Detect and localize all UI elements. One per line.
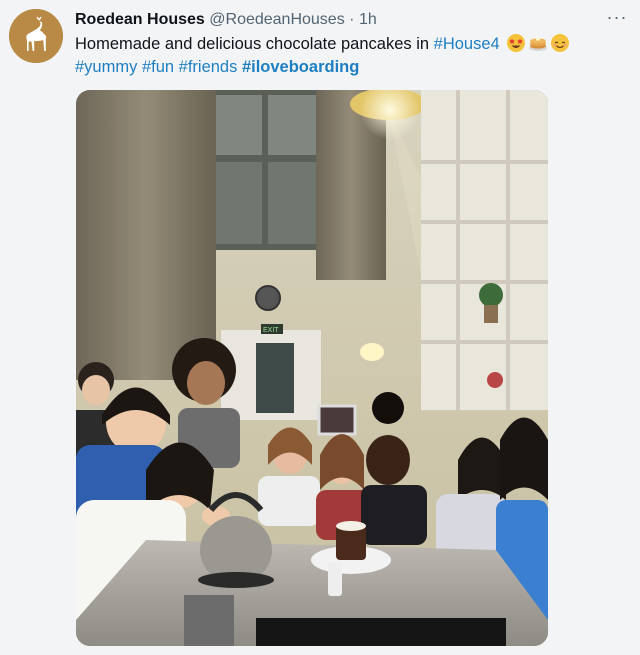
group-photo-kitchen-image: EXIT <box>76 90 548 646</box>
star-struck-emoji-icon <box>507 34 526 52</box>
tweet[interactable]: Roedean Houses @RoedeanHouses · 1h ··· H… <box>0 0 640 655</box>
hashtag-yummy[interactable]: #yummy <box>75 58 137 76</box>
deer-logo-icon <box>9 9 63 63</box>
more-options-icon[interactable]: ··· <box>604 8 630 28</box>
hashtag-iloveboarding[interactable]: #iloveboarding <box>242 58 359 76</box>
display-name[interactable]: Roedean Houses <box>75 11 205 28</box>
exit-sign-text: EXIT <box>263 327 279 334</box>
hashtag-friends[interactable]: #friends <box>179 58 238 76</box>
tweet-header: Roedean Houses @RoedeanHouses · 1h <box>75 9 377 31</box>
hashtag-fun[interactable]: #fun <box>142 58 174 76</box>
tweet-text-body: Homemade and delicious chocolate pancake… <box>75 35 434 53</box>
handle[interactable]: @RoedeanHouses <box>209 11 344 28</box>
relieved-emoji-icon <box>551 34 570 52</box>
pancakes-emoji-icon <box>529 38 548 51</box>
timestamp[interactable]: 1h <box>359 11 377 28</box>
tweet-text: Homemade and delicious chocolate pancake… <box>75 33 625 79</box>
separator: · <box>349 11 355 28</box>
avatar[interactable] <box>9 9 63 63</box>
hashtag-house4[interactable]: #House4 <box>434 35 500 53</box>
tweet-photo[interactable]: EXIT <box>76 90 548 646</box>
